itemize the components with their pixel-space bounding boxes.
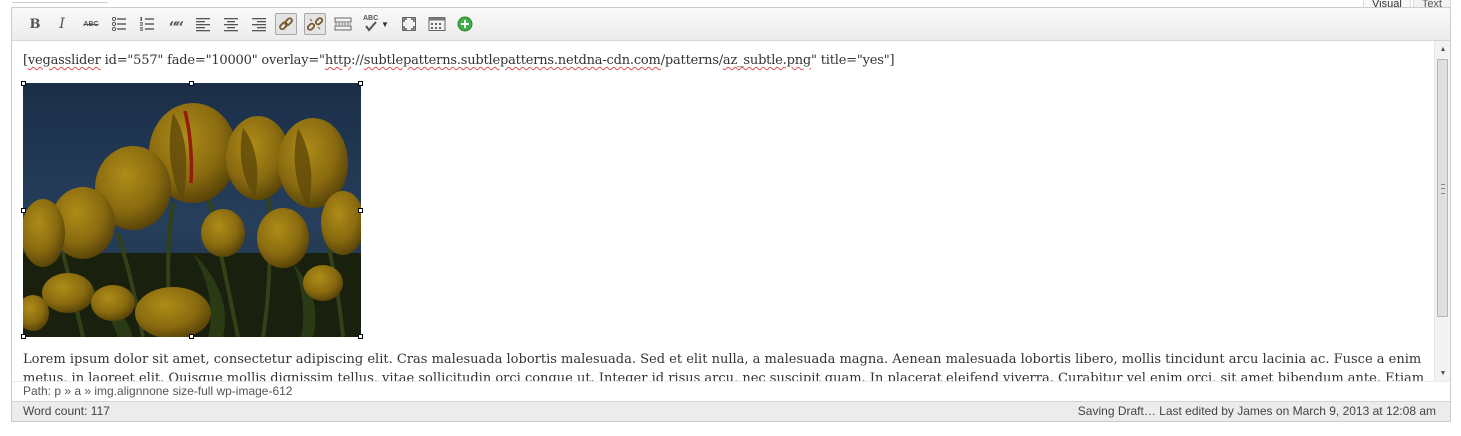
bold-button[interactable]: B	[24, 13, 46, 35]
resize-handle[interactable]	[358, 81, 363, 86]
toolbar-toggle-button[interactable]	[426, 13, 448, 35]
numbered-list-icon	[140, 17, 154, 31]
bullet-list-icon	[111, 16, 126, 32]
misspelled-word: http	[324, 53, 352, 68]
italic-icon: I	[59, 16, 65, 32]
more-tag-button[interactable]	[332, 13, 354, 35]
editor-toolbar: B I ABC ““ ABC ▼	[12, 8, 1450, 41]
misspelled-word: az_subtle.png	[722, 53, 812, 68]
align-right-icon	[252, 18, 266, 32]
fullscreen-icon	[402, 17, 416, 31]
resize-handle[interactable]	[21, 208, 26, 213]
resize-handle[interactable]	[189, 81, 194, 86]
quote-icon: ““	[168, 17, 185, 37]
remove-link-button[interactable]	[304, 13, 326, 35]
editor-scrollbar[interactable]: ▲ ▼	[1434, 41, 1450, 381]
italic-button[interactable]: I	[51, 13, 73, 35]
align-left-button[interactable]	[192, 13, 214, 35]
resize-handle[interactable]	[189, 334, 194, 339]
resize-handle[interactable]	[21, 81, 26, 86]
read-more-icon	[334, 17, 352, 31]
resize-handle[interactable]	[358, 334, 363, 339]
misspelled-word: subtlepatterns.subtlepatterns.netdna-cdn…	[363, 53, 661, 68]
scroll-up-arrow[interactable]: ▲	[1435, 41, 1451, 57]
align-left-icon	[196, 18, 210, 32]
editor-content[interactable]: [vegasslider id="557" fade="10000" overl…	[12, 41, 1434, 381]
spellcheck-button[interactable]: ABC ▼	[360, 13, 394, 35]
post-editor: B I ABC ““ ABC ▼ [vegasslider id="557" f…	[11, 7, 1451, 422]
unordered-list-button[interactable]	[108, 13, 130, 35]
unlink-icon	[307, 17, 323, 31]
fullscreen-button[interactable]	[398, 13, 420, 35]
bold-icon: B	[29, 16, 41, 32]
grip-icon	[1441, 184, 1445, 194]
resize-handle[interactable]	[358, 208, 363, 213]
align-right-button[interactable]	[248, 13, 270, 35]
selected-image[interactable]	[21, 81, 363, 339]
chevron-down-icon: ▼	[381, 19, 389, 29]
strikethrough-button[interactable]: ABC	[80, 13, 102, 35]
shortcode-line: [vegasslider id="557" fade="10000" overl…	[23, 53, 895, 68]
insert-link-button[interactable]	[275, 13, 297, 35]
element-path: Path: p » a » img.alignnone size-full wp…	[12, 381, 1450, 400]
status-bar: Word count: 117 Saving Draft… Last edite…	[12, 401, 1450, 421]
triangle-up-icon: ▲	[1439, 45, 1447, 53]
scroll-thumb[interactable]	[1437, 59, 1448, 317]
draft-status: Saving Draft… Last edited by James on Ma…	[1077, 404, 1436, 418]
plus-circle-icon	[457, 16, 473, 32]
kitchen-sink-icon	[428, 17, 446, 31]
link-icon	[279, 17, 293, 31]
word-count: Word count: 117	[23, 404, 110, 418]
blockquote-button[interactable]: ““	[164, 13, 186, 37]
add-media-button[interactable]	[454, 13, 476, 35]
scroll-down-arrow[interactable]: ▼	[1435, 365, 1451, 381]
ordered-list-button[interactable]	[136, 13, 158, 35]
tulip-photo	[23, 83, 361, 337]
spellcheck-icon: ABC	[361, 15, 379, 33]
title-field-edge	[12, 0, 108, 3]
align-center-icon	[224, 18, 238, 32]
strikethrough-icon: ABC	[83, 20, 99, 28]
triangle-down-icon: ▼	[1439, 369, 1447, 377]
misspelled-word: vegasslider	[27, 53, 101, 68]
resize-handle[interactable]	[21, 334, 26, 339]
align-center-button[interactable]	[220, 13, 242, 35]
lorem-paragraph: Lorem ipsum dolor sit amet, consectetur …	[23, 352, 1425, 381]
